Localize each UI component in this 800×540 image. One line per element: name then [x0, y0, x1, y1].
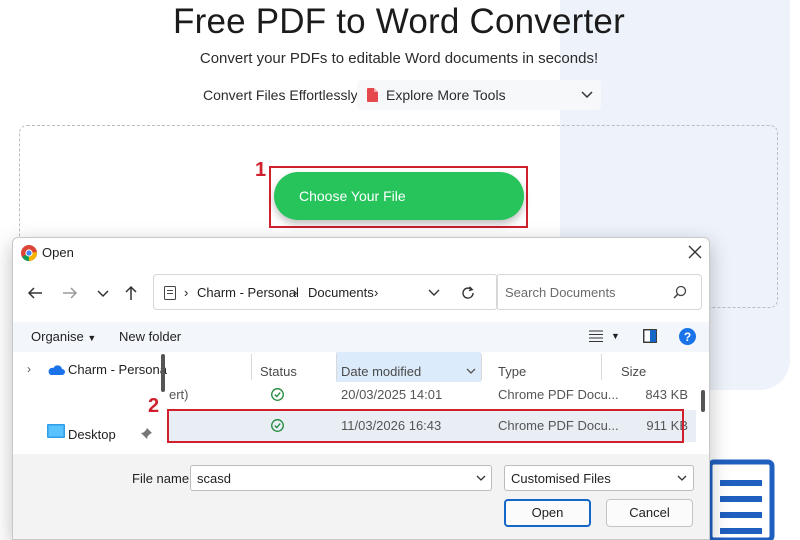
file-name-value: scasd [197, 471, 231, 486]
column-header-status[interactable]: Status [260, 364, 297, 379]
nav-item-charm-personal[interactable]: Charm - Persona [68, 362, 167, 377]
document-icon [707, 459, 775, 540]
convert-label: Convert Files Effortlessly [203, 87, 358, 103]
search-input[interactable]: Search Documents [496, 274, 702, 310]
recent-locations-chevron-icon[interactable] [94, 284, 112, 302]
breadcrumb-documents[interactable]: Documents [308, 285, 374, 300]
breadcrumb-charm-personal[interactable]: Charm - Personal [197, 285, 299, 300]
refresh-icon[interactable] [460, 285, 476, 301]
nav-item-desktop[interactable]: Desktop [68, 427, 116, 442]
view-options-icon[interactable] [589, 330, 603, 342]
file-name-label: File name: [132, 471, 193, 486]
column-separator [601, 354, 602, 380]
new-folder-button[interactable]: New folder [119, 329, 181, 344]
file-name-input[interactable]: scasd [190, 465, 492, 491]
sort-chevron-icon[interactable] [466, 368, 476, 375]
open-button[interactable]: Open [504, 499, 591, 527]
column-header-type[interactable]: Type [498, 364, 526, 379]
size-cell: 843 KB [645, 387, 688, 402]
column-separator [251, 354, 252, 380]
help-icon[interactable]: ? [679, 328, 696, 345]
forward-arrow-icon[interactable] [61, 284, 79, 302]
svg-text:?: ? [684, 330, 691, 344]
column-header-size[interactable]: Size [621, 364, 646, 379]
chevron-down-icon [581, 91, 593, 99]
onedrive-cloud-icon [48, 365, 65, 375]
column-header-date-modified[interactable]: Date modified [341, 364, 421, 379]
desktop-icon [47, 424, 65, 438]
chevron-down-icon[interactable] [428, 289, 440, 297]
navigation-pane: › Charm - Persona Desktop [13, 352, 169, 452]
chevron-down-icon [677, 475, 687, 481]
close-icon[interactable] [688, 245, 702, 259]
dialog-footer: File name: scasd Customised Files Open C… [13, 454, 709, 539]
up-arrow-icon[interactable] [122, 284, 140, 302]
chevron-down-icon[interactable] [476, 475, 486, 482]
document-folder-icon [164, 286, 176, 300]
column-separator [336, 354, 337, 380]
tools-dropdown[interactable]: Explore More Tools [357, 80, 601, 110]
address-bar[interactable]: › Charm - Personal › Documents › [153, 274, 498, 310]
preview-pane-icon[interactable] [643, 329, 657, 343]
pin-icon [141, 428, 152, 439]
choose-file-button[interactable]: Choose Your File [274, 172, 524, 220]
organise-menu[interactable]: Organise ▼ [31, 329, 96, 344]
annotation-box-2 [167, 409, 684, 443]
search-icon [673, 285, 687, 299]
file-list-scrollbar[interactable] [701, 390, 705, 412]
cancel-button[interactable]: Cancel [606, 499, 693, 527]
dialog-titlebar: Open [13, 238, 709, 268]
view-options-caret-icon[interactable]: ▼ [611, 331, 620, 341]
choose-file-label: Choose Your File [299, 188, 406, 204]
breadcrumb-separator: › [293, 285, 298, 300]
tools-dropdown-label: Explore More Tools [386, 87, 506, 103]
breadcrumb-separator: › [184, 285, 189, 300]
pdf-file-icon [367, 88, 378, 102]
annotation-number-2: 2 [148, 395, 160, 417]
breadcrumb-separator: › [374, 285, 379, 300]
annotation-number-1: 1 [255, 159, 267, 181]
column-separator [481, 354, 482, 380]
expand-chevron-icon[interactable]: › [27, 362, 31, 376]
table-row[interactable]: ert) 20/03/2025 14:01 Chrome PDF Docu...… [169, 382, 696, 410]
organise-label: Organise [31, 329, 84, 344]
dialog-title: Open [42, 245, 74, 260]
search-placeholder: Search Documents [505, 285, 616, 300]
caret-down-icon: ▼ [87, 333, 97, 343]
page-subtitle: Convert your PDFs to editable Word docum… [199, 50, 599, 67]
file-type-value: Customised Files [511, 471, 611, 486]
open-file-dialog: Open › Charm - Personal › Documents › Se… [12, 237, 710, 540]
file-type-select[interactable]: Customised Files [504, 465, 694, 491]
back-arrow-icon[interactable] [26, 284, 44, 302]
chrome-icon [21, 245, 37, 261]
dialog-toolbar: Organise ▼ New folder ▼ ? [13, 322, 709, 352]
page-title: Free PDF to Word Converter [173, 2, 625, 41]
nav-scrollbar[interactable] [161, 354, 165, 392]
